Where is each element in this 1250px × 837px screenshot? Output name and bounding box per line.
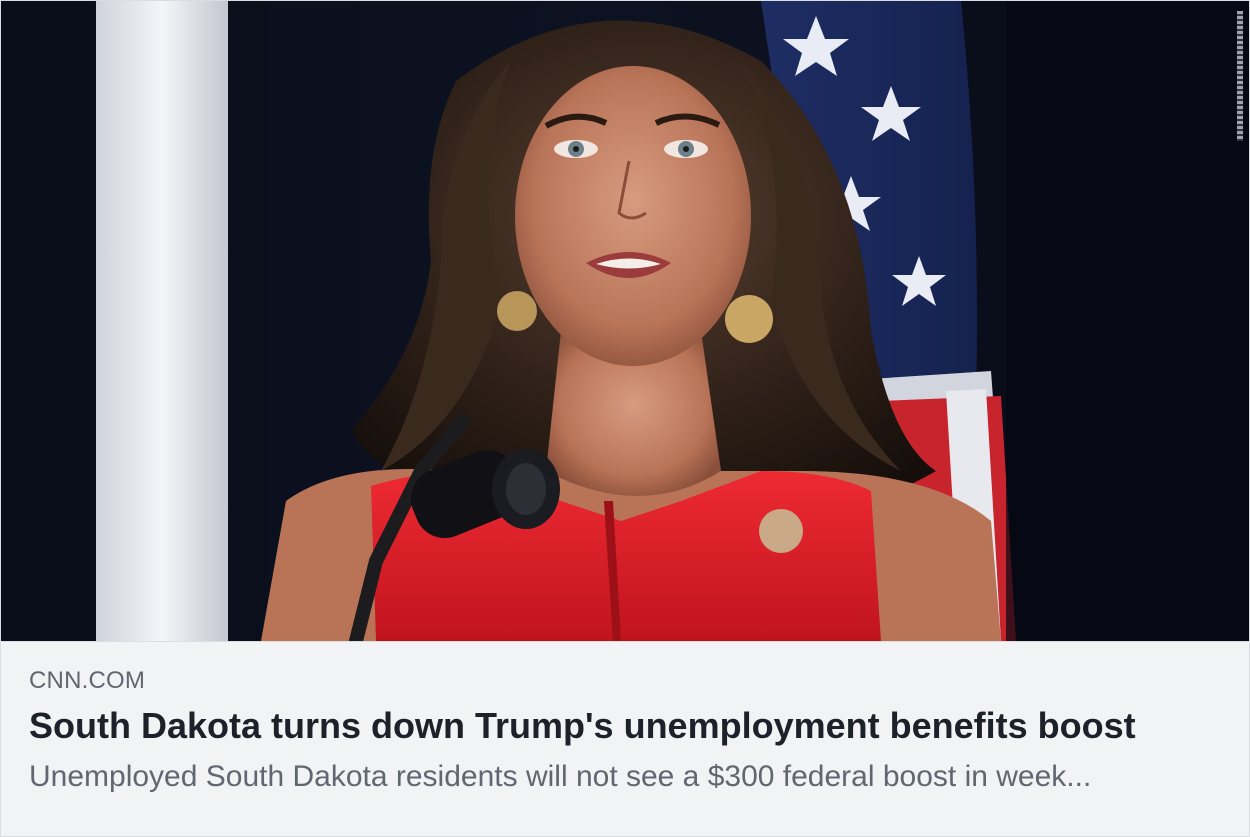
preview-text-block[interactable]: CNN.COM South Dakota turns down Trump's … — [1, 641, 1249, 836]
photo-credit — [1237, 11, 1243, 141]
source-domain: CNN.COM — [29, 667, 146, 694]
article-description: Unemployed South Dakota residents will n… — [29, 760, 1092, 793]
link-preview-card[interactable]: CNN.COM South Dakota turns down Trump's … — [0, 0, 1250, 837]
preview-image[interactable] — [1, 1, 1249, 641]
face — [515, 66, 751, 366]
article-headline[interactable]: South Dakota turns down Trump's unemploy… — [29, 704, 1221, 748]
preview-photo — [1, 1, 1249, 641]
